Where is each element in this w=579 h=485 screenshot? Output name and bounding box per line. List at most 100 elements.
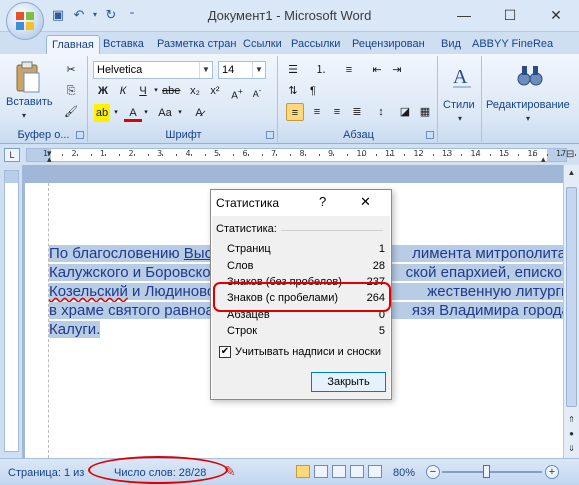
styles-group: A Стили ▾ bbox=[440, 56, 482, 142]
vertical-ruler[interactable] bbox=[4, 170, 19, 452]
copy-icon[interactable]: ⎘ bbox=[62, 82, 80, 100]
ruler-tick bbox=[318, 154, 320, 156]
align-center-icon[interactable]: ≡ bbox=[308, 103, 326, 121]
maximize-button[interactable]: ☐ bbox=[487, 0, 533, 30]
zoom-level[interactable]: 80% bbox=[393, 467, 415, 479]
editing-label[interactable]: Редактирование bbox=[486, 99, 570, 111]
italic-icon[interactable]: К bbox=[114, 82, 132, 100]
ruler-tick bbox=[162, 154, 164, 156]
align-left-icon[interactable]: ≡ bbox=[286, 103, 304, 121]
format-painter-icon[interactable]: 🖌 bbox=[62, 103, 80, 121]
view-ruler-icon[interactable]: ⊟ bbox=[566, 149, 574, 160]
clear-formatting-icon[interactable]: A̷ bbox=[190, 104, 208, 122]
ribbon-tabs: Главная Вставка Разметка стран Ссылки Ра… bbox=[0, 32, 579, 54]
font-name-select[interactable]: Helvetica ▼ bbox=[93, 61, 213, 79]
zoom-slider[interactable] bbox=[442, 471, 542, 473]
underline-icon[interactable]: Ч bbox=[134, 82, 152, 100]
ruler-tick bbox=[575, 154, 577, 156]
horizontal-ruler[interactable]: ▾ ▴ ▴ 121234567891011121314151617 bbox=[26, 148, 577, 165]
right-indent-icon[interactable]: ▴ bbox=[541, 154, 546, 165]
grow-font-icon[interactable]: A+ bbox=[228, 82, 246, 101]
align-right-icon[interactable]: ≡ bbox=[328, 103, 346, 121]
full-screen-view-icon[interactable] bbox=[314, 465, 328, 478]
shrink-font-icon[interactable]: A- bbox=[248, 82, 266, 100]
font-name-dropdown-icon[interactable]: ▼ bbox=[199, 62, 212, 78]
scroll-thumb[interactable] bbox=[566, 187, 577, 407]
next-page-icon[interactable]: ⇓ bbox=[564, 441, 579, 456]
doc-line-text: Калуги. bbox=[49, 321, 101, 338]
decrease-indent-icon[interactable]: ⇤ bbox=[368, 61, 386, 79]
print-layout-view-icon[interactable] bbox=[296, 465, 310, 478]
bullets-icon[interactable]: ☰ bbox=[284, 61, 302, 79]
font-size-dropdown-icon[interactable]: ▼ bbox=[252, 62, 265, 78]
tab-home[interactable]: Главная bbox=[46, 35, 100, 54]
cut-icon[interactable]: ✂ bbox=[62, 61, 80, 79]
justify-icon[interactable]: ≣ bbox=[348, 103, 366, 121]
show-formatting-icon[interactable]: ¶ bbox=[304, 82, 322, 100]
line-spacing-icon[interactable]: ↕ bbox=[372, 103, 390, 121]
tab-selector-icon[interactable]: L bbox=[4, 148, 20, 162]
font-color-dropdown-icon[interactable]: ▾ bbox=[142, 104, 150, 122]
font-launcher-icon[interactable] bbox=[266, 131, 274, 139]
dialog-section-label: Статистика: bbox=[216, 223, 277, 235]
numbering-icon[interactable]: ⒈ bbox=[312, 61, 330, 79]
highlight-dropdown-icon[interactable]: ▾ bbox=[112, 104, 120, 122]
bold-icon[interactable]: Ж bbox=[94, 82, 112, 100]
binoculars-icon[interactable] bbox=[516, 61, 544, 91]
tab-insert[interactable]: Вставка bbox=[98, 35, 149, 54]
tab-references[interactable]: Ссылки bbox=[238, 35, 287, 54]
include-textboxes-label[interactable]: Учитывать надписи и сноски bbox=[235, 346, 381, 358]
office-button[interactable] bbox=[6, 2, 44, 40]
tab-page-layout[interactable]: Разметка стран bbox=[152, 35, 239, 54]
tab-review[interactable]: Рецензирован bbox=[347, 35, 432, 54]
font-color-icon[interactable]: A bbox=[124, 104, 142, 122]
shading-icon[interactable]: ◪ bbox=[396, 103, 414, 121]
styles-dropdown-icon[interactable]: ▾ bbox=[458, 114, 462, 123]
ruler-tick bbox=[176, 154, 178, 156]
change-case-dropdown-icon[interactable]: ▾ bbox=[176, 104, 184, 122]
minimize-button[interactable]: — bbox=[441, 0, 487, 30]
zoom-out-icon[interactable]: − bbox=[426, 465, 440, 479]
vertical-scrollbar[interactable]: ▲ ⇑ ● ⇓ bbox=[563, 165, 579, 458]
outline-view-icon[interactable] bbox=[350, 465, 364, 478]
tab-view[interactable]: Вид bbox=[436, 35, 466, 54]
dialog-title: Статистика bbox=[216, 196, 280, 210]
paste-label[interactable]: Вставить bbox=[6, 96, 53, 108]
title-bar: ▣ ↶ ▾ ↻ ⁼ Документ1 - Microsoft Word — ☐… bbox=[0, 0, 579, 40]
underline-dropdown-icon[interactable]: ▾ bbox=[152, 82, 160, 100]
subscript-icon[interactable]: x₂ bbox=[186, 82, 204, 100]
font-size-select[interactable]: 14 ▼ bbox=[218, 61, 266, 79]
browse-object-icon[interactable]: ● bbox=[564, 426, 579, 441]
ruler-row: L ▾ ▴ ▴ 121234567891011121314151617 ⊟ bbox=[0, 145, 579, 165]
superscript-icon[interactable]: x² bbox=[206, 82, 224, 100]
dialog-help-button[interactable]: ? bbox=[319, 194, 326, 209]
web-layout-view-icon[interactable] bbox=[332, 465, 346, 478]
clipboard-launcher-icon[interactable] bbox=[76, 131, 84, 139]
change-case-icon[interactable]: Aa bbox=[154, 104, 176, 122]
paragraph-launcher-icon[interactable] bbox=[426, 131, 434, 139]
dialog-close-button[interactable]: Закрыть bbox=[311, 372, 386, 392]
styles-icon[interactable]: A bbox=[449, 61, 475, 91]
styles-label[interactable]: Стили bbox=[443, 99, 475, 111]
clipboard-group: Вставить ▾ ✂ ⎘ 🖌 Буфер о... bbox=[0, 56, 88, 142]
paste-dropdown-icon[interactable]: ▾ bbox=[22, 111, 26, 120]
include-textboxes-checkbox[interactable]: ✔ bbox=[219, 346, 231, 358]
multilevel-list-icon[interactable]: ≡ bbox=[340, 61, 358, 79]
increase-indent-icon[interactable]: ⇥ bbox=[388, 61, 406, 79]
tab-abbyy[interactable]: ABBYY FineRea bbox=[467, 35, 579, 54]
strikethrough-icon[interactable]: abe bbox=[162, 82, 180, 100]
highlight-color-icon[interactable]: ab bbox=[94, 104, 110, 122]
zoom-slider-thumb[interactable] bbox=[483, 465, 490, 478]
page-count-status[interactable]: Страница: 1 из bbox=[8, 467, 84, 479]
dialog-close-icon[interactable]: ✕ bbox=[360, 194, 371, 210]
tab-mailings[interactable]: Рассылки bbox=[286, 35, 345, 54]
prev-page-icon[interactable]: ⇑ bbox=[564, 412, 579, 427]
paste-icon[interactable] bbox=[14, 61, 42, 95]
zoom-in-icon[interactable]: + bbox=[545, 465, 559, 479]
editing-dropdown-icon[interactable]: ▾ bbox=[526, 114, 530, 123]
borders-icon[interactable]: ▦ bbox=[416, 103, 434, 121]
sort-icon[interactable]: ⇅ bbox=[284, 82, 302, 100]
draft-view-icon[interactable] bbox=[368, 465, 382, 478]
close-button[interactable]: ✕ bbox=[533, 0, 579, 30]
scroll-up-icon[interactable]: ▲ bbox=[564, 165, 579, 180]
